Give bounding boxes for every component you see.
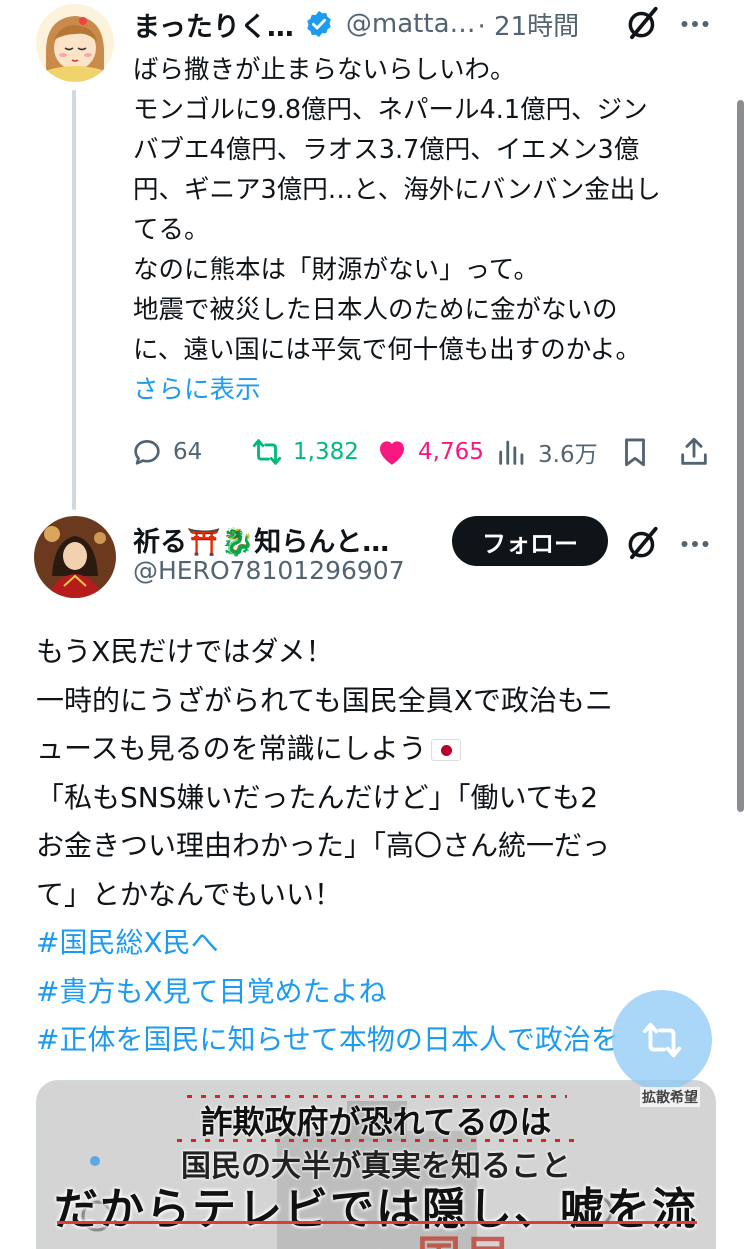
repost-button[interactable]: 1,382 (250, 430, 359, 474)
avatar[interactable] (36, 4, 114, 82)
fab-label: 拡散希望 (640, 1087, 700, 1107)
post-text-line: なのに熊本は「財源がない」って。 (133, 255, 539, 285)
author-name[interactable]: 祈る⛩️🐉知らんと… (133, 520, 389, 559)
more-options-icon[interactable] (677, 526, 713, 562)
view-count: 3.6万 (538, 442, 598, 468)
avatar-illustration (36, 4, 114, 82)
media-caption-line: 詐欺政府が恐れてるのは (200, 1103, 552, 1141)
post-text-line: て」とかなんでもいい！ (36, 877, 343, 911)
more-options-icon[interactable] (677, 6, 713, 42)
author-handle[interactable]: @HERO78101296907 (133, 556, 405, 585)
reply-button[interactable]: 64 (130, 430, 202, 474)
views-button[interactable]: 3.6万 (495, 430, 598, 474)
grok-icon[interactable] (624, 4, 662, 42)
media-image[interactable]: 詐欺政府が恐れてるのは 国民の大半が真実を知ること だからテレビでは隠し、嘘を流… (36, 1080, 716, 1249)
post-text: もうX民だけではダメ！ 一時的にうざがられても国民全員Xで政治もニ ュースも見る… (36, 628, 726, 1065)
show-more-link[interactable]: さらに表示 (133, 370, 708, 410)
post-text: ばら撒きが止まらないらしいわ。 モンゴルに9.8億円、ネパール4.1億円、ジン … (133, 50, 708, 410)
post-text-line: 一時的にうざがられても国民全員Xで政治もニ (36, 683, 613, 717)
avatar-photo (34, 516, 116, 598)
post-text-line: ばら撒きが止まらないらしいわ。 (133, 55, 516, 85)
post-text-line: お金きつい理由わかった」「高〇さん統一だっ (36, 829, 611, 862)
like-button[interactable]: 4,765 (375, 430, 484, 474)
post-text-line: ュースも見るのを常識にしよう (36, 725, 726, 774)
post-text-line: もうX民だけではダメ！ (36, 635, 334, 668)
like-count: 4,765 (418, 439, 484, 465)
bookmark-button[interactable] (618, 430, 652, 474)
decorative-red-underline (57, 1221, 697, 1224)
media-bottom-text: 国民 (417, 1221, 517, 1249)
repost-icon (642, 1022, 682, 1058)
grok-icon[interactable] (624, 524, 662, 562)
author-name[interactable]: まったりく… (133, 5, 294, 44)
share-icon (681, 437, 707, 465)
reply-icon (134, 440, 160, 465)
repost-icon (252, 439, 282, 465)
repost-count: 1,382 (293, 439, 359, 465)
hashtag-link[interactable]: #国民総X民へ (36, 919, 726, 968)
views-chart-icon (499, 440, 524, 465)
post-text-line: バブエ4億円、ラオス3.7億円、イエメン3億 (133, 135, 640, 165)
post-text-line: に、遠い国には平気で何十億も出すのかよ。 (133, 335, 641, 365)
post-text-segment: ュースも見るのを常識にしよう (36, 732, 427, 765)
post-text-line: 円、ギニア3億円…と、海外にバンバン金出し (133, 175, 661, 205)
share-button[interactable] (677, 430, 711, 474)
post-text-line: 「私もSNS嫌いだったんだけど」「働いても2 (36, 780, 599, 814)
author-handle[interactable]: @matta… (346, 9, 476, 39)
heart-icon (379, 441, 405, 465)
post-text-line: モンゴルに9.8億円、ネパール4.1億円、ジン (133, 95, 648, 125)
avatar[interactable] (34, 516, 116, 598)
scrollbar[interactable] (737, 100, 744, 812)
post-time[interactable]: · 21時間 (478, 6, 580, 43)
media-caption-line: だからテレビでは隠し、嘘を流す (54, 1184, 698, 1249)
bookmark-icon (625, 438, 645, 467)
verified-badge-icon (307, 10, 331, 38)
post-2[interactable]: 祈る⛩️🐉知らんと… @HERO78101296907 フォロー もうX民だけで… (0, 510, 750, 1249)
post-text-line: 地震で被災した日本人のために金がないの (133, 295, 618, 325)
follow-button[interactable]: フォロー (452, 516, 608, 566)
floating-repost-button[interactable] (612, 990, 712, 1090)
reply-count: 64 (173, 439, 203, 465)
post-1[interactable]: まったりく… @matta… · 21時間 ばら撒きが止まらないらしいわ。 モン… (0, 0, 750, 510)
japan-flag-icon (430, 739, 461, 761)
thread-connector-line (72, 90, 76, 510)
post-actions: 64 1,382 4,765 3.6万 (130, 430, 720, 474)
post-text-line: てる。 (133, 215, 210, 245)
